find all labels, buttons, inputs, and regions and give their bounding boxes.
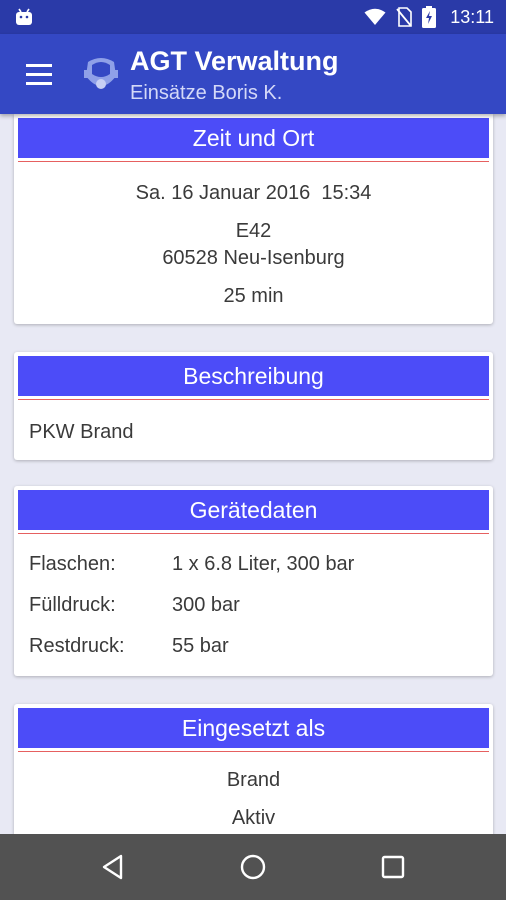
- description-text: PKW Brand: [29, 421, 134, 443]
- fuelldruck-value: 300 bar: [172, 594, 240, 616]
- home-icon[interactable]: [238, 852, 268, 882]
- restdruck-label: Restdruck:: [29, 635, 125, 657]
- app-title: AGT Verwaltung: [130, 46, 339, 76]
- card-zeit-und-ort: Zeit und Ort Sa. 16 Januar 2016 15:34 E4…: [14, 114, 493, 324]
- card-header: Gerätedaten: [18, 490, 489, 530]
- back-icon[interactable]: [98, 852, 128, 882]
- card-header: Beschreibung: [18, 356, 489, 396]
- status-bar: 13:11: [0, 0, 506, 34]
- navigation-bar: [0, 834, 506, 900]
- restdruck-value: 55 bar: [172, 635, 229, 657]
- wifi-icon: [364, 8, 386, 25]
- role-item: Aktiv: [231, 807, 276, 829]
- no-sim-icon: [396, 7, 413, 27]
- recents-icon[interactable]: [378, 852, 408, 882]
- battery-charging-icon: [422, 6, 437, 28]
- card-header: Eingesetzt als: [18, 708, 489, 748]
- content-scroll[interactable]: Zeit und Ort Sa. 16 Januar 2016 15:34 E4…: [0, 114, 506, 834]
- card-beschreibung: Beschreibung PKW Brand: [14, 352, 493, 460]
- divider: [18, 751, 489, 752]
- flaschen-label: Flaschen:: [29, 553, 116, 575]
- card-eingesetzt-als: Eingesetzt als Brand Aktiv: [14, 704, 493, 834]
- app-bar: AGT Verwaltung Einsätze Boris K.: [0, 34, 506, 114]
- respirator-mask-icon: [84, 58, 118, 89]
- location-code: E42: [235, 220, 272, 242]
- divider: [18, 399, 489, 400]
- divider: [18, 533, 489, 534]
- flaschen-value: 1 x 6.8 Liter, 300 bar: [172, 553, 355, 575]
- address: 60528 Neu-Isenburg: [162, 247, 345, 269]
- android-icon: [16, 8, 32, 25]
- status-time: 13:11: [450, 6, 494, 27]
- menu-icon[interactable]: [22, 62, 58, 88]
- card-geraetedaten: Gerätedaten Flaschen: 1 x 6.8 Liter, 300…: [14, 486, 493, 676]
- card-header: Zeit und Ort: [18, 118, 489, 158]
- fuelldruck-label: Fülldruck:: [29, 594, 116, 616]
- app-subtitle: Einsätze Boris K.: [130, 82, 283, 104]
- divider: [18, 161, 489, 162]
- role-item: Brand: [226, 769, 281, 791]
- datetime: Sa. 16 Januar 2016 15:34: [135, 182, 372, 204]
- duration: 25 min: [223, 285, 284, 307]
